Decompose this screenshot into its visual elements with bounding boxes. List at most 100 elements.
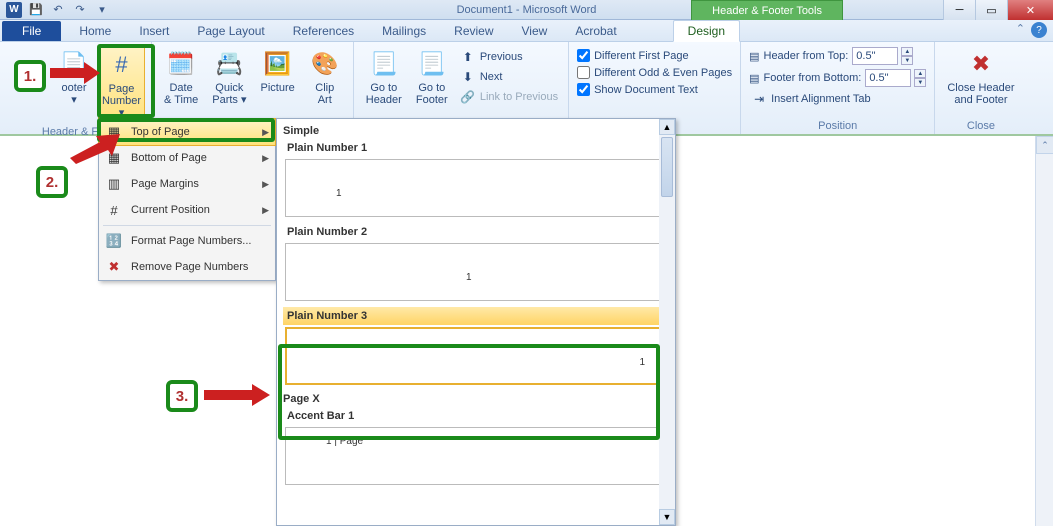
group-label-position: Position <box>747 118 928 134</box>
word-app-icon[interactable]: W <box>6 2 22 18</box>
callout-2: 2. <box>36 166 68 198</box>
show-document-text-checkbox[interactable]: Show Document Text <box>575 82 734 97</box>
gallery-item-plain-3[interactable]: Plain Number 3 1 <box>283 307 669 385</box>
goto-header-icon: 📃 <box>368 48 400 80</box>
window-buttons: ─ ▭ ✕ <box>943 0 1053 20</box>
menu-bottom-of-page[interactable]: ▦ Bottom of Page ▶ <box>99 145 275 171</box>
scroll-up-icon[interactable]: ▲ <box>659 119 675 135</box>
menu-page-margins[interactable]: ▥ Page Margins ▶ <box>99 171 275 197</box>
goto-header-button[interactable]: 📃 Go to Header <box>360 44 408 110</box>
scrollbar-thumb[interactable] <box>661 137 673 197</box>
tab-home[interactable]: Home <box>65 21 125 41</box>
minimize-button[interactable]: ─ <box>943 0 975 20</box>
gallery-scrollbar[interactable]: ▲ ▼ <box>659 119 675 525</box>
scroll-top-icon[interactable]: ⌃ <box>1036 136 1053 154</box>
insert-alignment-tab-button[interactable]: ⇥Insert Alignment Tab <box>747 90 928 108</box>
header-top-icon: ▤ <box>749 50 759 63</box>
gallery-item-accent-1[interactable]: Accent Bar 1 1 | Page <box>283 407 669 485</box>
header-from-top-input[interactable]: 0.5" <box>852 47 898 65</box>
arrow-2 <box>70 134 120 164</box>
current-position-icon: # <box>105 201 123 219</box>
qat-customize-icon[interactable]: ▾ <box>94 2 110 18</box>
arrow-3 <box>204 384 270 406</box>
callout-3: 3. <box>166 380 198 412</box>
header-from-top-row: ▤ Header from Top: 0.5" ▲▼ <box>747 46 928 66</box>
close-hf-icon: ✖ <box>965 48 997 80</box>
gallery-item-plain-1[interactable]: Plain Number 1 1 <box>283 139 669 217</box>
tab-references[interactable]: References <box>279 21 368 41</box>
arrow-1 <box>50 62 100 84</box>
page-margins-icon: ▥ <box>105 175 123 193</box>
tab-insert[interactable]: Insert <box>125 21 183 41</box>
tab-page-layout[interactable]: Page Layout <box>183 21 278 41</box>
scroll-down-icon[interactable]: ▼ <box>659 509 675 525</box>
tab-design[interactable]: Design <box>673 20 740 42</box>
close-window-button[interactable]: ✕ <box>1007 0 1053 20</box>
callout-1: 1. <box>14 60 46 92</box>
window-scrollbar[interactable]: ⌃ <box>1035 136 1053 526</box>
submenu-arrow-icon: ▶ <box>262 127 269 138</box>
quick-parts-icon: 📇 <box>213 48 245 80</box>
tab-acrobat[interactable]: Acrobat <box>561 21 630 41</box>
align-tab-icon: ⇥ <box>751 91 767 107</box>
next-button[interactable]: ⬇Next <box>456 68 562 86</box>
date-time-button[interactable]: 🗓️ Date & Time <box>158 44 204 110</box>
clip-art-icon: 🎨 <box>309 48 341 80</box>
goto-footer-button[interactable]: 📃 Go to Footer <box>410 44 454 110</box>
tab-view[interactable]: View <box>508 21 562 41</box>
previous-button[interactable]: ⬆Previous <box>456 48 562 66</box>
submenu-arrow-icon: ▶ <box>262 153 269 164</box>
different-odd-even-checkbox[interactable]: Different Odd & Even Pages <box>575 65 734 80</box>
menu-remove-page-numbers[interactable]: ✖ Remove Page Numbers <box>99 254 275 280</box>
maximize-button[interactable]: ▭ <box>975 0 1007 20</box>
save-icon[interactable]: 💾 <box>28 2 44 18</box>
footer-bottom-spinner[interactable]: ▲▼ <box>914 69 926 87</box>
tab-file[interactable]: File <box>2 21 61 41</box>
footer-from-bottom-input[interactable]: 0.5" <box>865 69 911 87</box>
gallery-preview-plain-1: 1 <box>285 159 667 217</box>
footer-bottom-icon: ▤ <box>749 72 759 85</box>
footer-from-bottom-row: ▤ Footer from Bottom: 0.5" ▲▼ <box>747 68 928 88</box>
gallery-preview-plain-3: 1 <box>285 327 667 385</box>
next-icon: ⬇ <box>460 69 476 85</box>
quick-parts-button[interactable]: 📇 Quick Parts ▾ <box>206 44 252 110</box>
page-number-gallery: Simple Plain Number 1 1 Plain Number 2 1… <box>276 118 676 526</box>
previous-icon: ⬆ <box>460 49 476 65</box>
date-time-icon: 🗓️ <box>165 48 197 80</box>
header-top-spinner[interactable]: ▲▼ <box>901 47 913 65</box>
gallery-preview-plain-2: 1 <box>285 243 667 301</box>
clip-art-button[interactable]: 🎨 Clip Art <box>303 44 347 110</box>
help-icon[interactable]: ? <box>1031 22 1047 38</box>
menu-separator <box>103 225 271 226</box>
redo-icon[interactable]: ↷ <box>72 2 88 18</box>
group-label-close: Close <box>941 118 1020 134</box>
gallery-item-plain-2[interactable]: Plain Number 2 1 <box>283 223 669 301</box>
gallery-heading-simple: Simple <box>283 123 669 139</box>
title-bar: W 💾 ↶ ↷ ▾ Document1 - Microsoft Word Hea… <box>0 0 1053 20</box>
page-number-icon: # <box>106 49 138 81</box>
gallery-heading-pagex: Page X <box>283 391 669 407</box>
goto-footer-icon: 📃 <box>416 48 448 80</box>
link-to-previous-button[interactable]: 🔗Link to Previous <box>456 88 562 106</box>
tab-review[interactable]: Review <box>440 21 507 41</box>
ribbon-minimize-icon[interactable]: ⌃ <box>1016 22 1025 38</box>
submenu-arrow-icon: ▶ <box>262 179 269 190</box>
different-first-page-checkbox[interactable]: Different First Page <box>575 48 734 63</box>
format-icon: 🔢 <box>105 232 123 250</box>
document-title: Document1 - Microsoft Word <box>457 4 597 16</box>
quick-access-toolbar: W 💾 ↶ ↷ ▾ <box>0 2 116 18</box>
ribbon-tab-strip: File Home Insert Page Layout References … <box>0 20 1053 42</box>
picture-icon: 🖼️ <box>262 48 294 80</box>
page-number-dropdown: ▦ Top of Page ▶ ▦ Bottom of Page ▶ ▥ Pag… <box>98 118 276 281</box>
menu-current-position[interactable]: # Current Position ▶ <box>99 197 275 223</box>
tab-mailings[interactable]: Mailings <box>368 21 440 41</box>
gallery-preview-accent-1: 1 | Page <box>285 427 667 485</box>
close-header-footer-button[interactable]: ✖ Close Header and Footer <box>941 44 1020 110</box>
menu-format-page-numbers[interactable]: 🔢 Format Page Numbers... <box>99 228 275 254</box>
page-number-button[interactable]: # Page Number ▾ <box>98 44 145 124</box>
menu-top-of-page[interactable]: ▦ Top of Page ▶ <box>98 118 276 146</box>
undo-icon[interactable]: ↶ <box>50 2 66 18</box>
submenu-arrow-icon: ▶ <box>262 205 269 216</box>
picture-button[interactable]: 🖼️ Picture <box>255 44 301 98</box>
remove-icon: ✖ <box>105 258 123 276</box>
